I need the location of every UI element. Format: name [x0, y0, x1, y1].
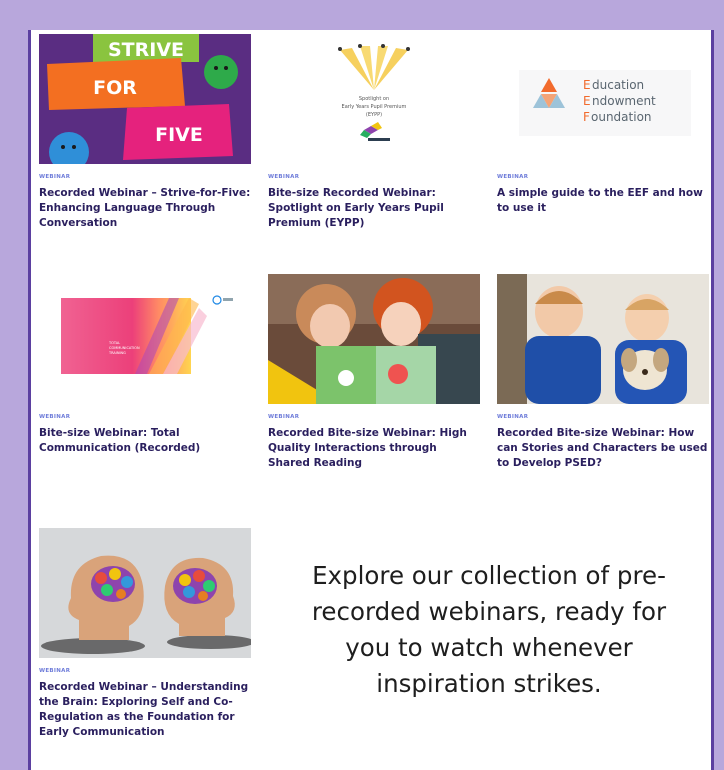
eef-line-endowment: ndowment — [592, 94, 656, 108]
eypp-thumb-line-3: (EYPP) — [366, 112, 382, 118]
card-tag: WEBINAR — [268, 174, 300, 180]
strive-for-five-thumbnail[interactable]: STRIVE FOR FIVE — [39, 34, 251, 164]
thumb-word-five: FIVE — [155, 124, 203, 146]
card-tag: WEBINAR — [39, 414, 71, 420]
explore-line-4: inspiration strikes. — [376, 669, 602, 698]
explore-collection-text: Explore our collection of pre- recorded … — [269, 558, 709, 702]
card-tag: WEBINAR — [497, 174, 529, 180]
eef-thumbnail[interactable]: E ducation E ndowment F oundation — [497, 34, 709, 164]
eypp-graphic: Spotlight on Early Years Pupil Premium (… — [338, 44, 410, 141]
explore-line-2: recorded webinars, ready for — [311, 597, 667, 626]
eypp-thumb-line-2: Early Years Pupil Premium — [342, 104, 407, 110]
card-title-link[interactable]: Recorded Webinar – Understanding the Bra… — [39, 680, 251, 740]
strive-for-five-graphic: STRIVE FOR FIVE — [39, 34, 251, 164]
explore-line-3: you to watch whenever — [345, 633, 633, 662]
webinar-card-understanding-brain[interactable]: WEBINAR Recorded Webinar – Understanding… — [39, 528, 251, 740]
stories-psed-photo[interactable] — [497, 274, 709, 404]
shared-reading-image — [268, 274, 480, 404]
card-tag: WEBINAR — [497, 414, 529, 420]
eef-initial-f: F — [583, 110, 590, 124]
card-tag: WEBINAR — [268, 414, 300, 420]
total-communication-graphic: TOTAL COMMUNICATION TRAINING — [61, 295, 233, 374]
card-tag: WEBINAR — [39, 668, 71, 674]
card-title-link[interactable]: Bite-size Webinar: Total Communication (… — [39, 426, 251, 456]
tc-thumb-line-2: COMMUNICATION — [109, 346, 140, 350]
webinar-card-shared-reading[interactable]: WEBINAR Recorded Bite-size Webinar: High… — [268, 274, 480, 471]
understanding-brain-thumbnail[interactable] — [39, 528, 251, 658]
card-tag: WEBINAR — [39, 174, 71, 180]
eef-line-foundation: oundation — [591, 110, 652, 124]
webinar-card-eypp[interactable]: Spotlight on Early Years Pupil Premium (… — [268, 34, 480, 231]
card-title-link[interactable]: A simple guide to the EEF and how to use… — [497, 186, 709, 216]
eef-logo: E ducation E ndowment F oundation — [519, 70, 691, 136]
webinar-card-stories-psed[interactable]: WEBINAR Recorded Bite-size Webinar: How … — [497, 274, 709, 471]
brain-heads-graphic — [39, 528, 251, 658]
card-title-link[interactable]: Recorded Bite-size Webinar: How can Stor… — [497, 426, 709, 471]
webinar-grid-panel: STRIVE FOR FIVE WEBINAR Recorded Webinar… — [28, 30, 714, 770]
total-communication-thumbnail[interactable]: TOTAL COMMUNICATION TRAINING — [39, 274, 251, 404]
card-title-link[interactable]: Bite-size Recorded Webinar: Spotlight on… — [268, 186, 480, 231]
eef-line-education: ducation — [592, 78, 644, 92]
tc-thumb-line-3: TRAINING — [108, 351, 126, 355]
webinar-card-eef-guide[interactable]: E ducation E ndowment F oundation WEBINA… — [497, 34, 709, 216]
eypp-thumb-line-1: Spotlight on — [359, 96, 389, 102]
eef-initial-e1: E — [583, 78, 591, 92]
thumb-word-for: FOR — [93, 77, 137, 99]
thumb-word-strive: STRIVE — [108, 39, 184, 61]
shared-reading-photo[interactable] — [268, 274, 480, 404]
webinar-card-total-communication[interactable]: TOTAL COMMUNICATION TRAINING WEBINAR Bit… — [39, 274, 251, 456]
eypp-thumbnail[interactable]: Spotlight on Early Years Pupil Premium (… — [268, 34, 480, 164]
tc-thumb-line-1: TOTAL — [108, 341, 120, 345]
explore-line-1: Explore our collection of pre- — [312, 561, 666, 590]
webinar-card-strive-for-five[interactable]: STRIVE FOR FIVE WEBINAR Recorded Webinar… — [39, 34, 251, 231]
stories-psed-image — [497, 274, 709, 404]
card-title-link[interactable]: Recorded Webinar – Strive-for-Five: Enha… — [39, 186, 251, 231]
eef-initial-e2: E — [583, 94, 591, 108]
card-title-link[interactable]: Recorded Bite-size Webinar: High Quality… — [268, 426, 480, 471]
